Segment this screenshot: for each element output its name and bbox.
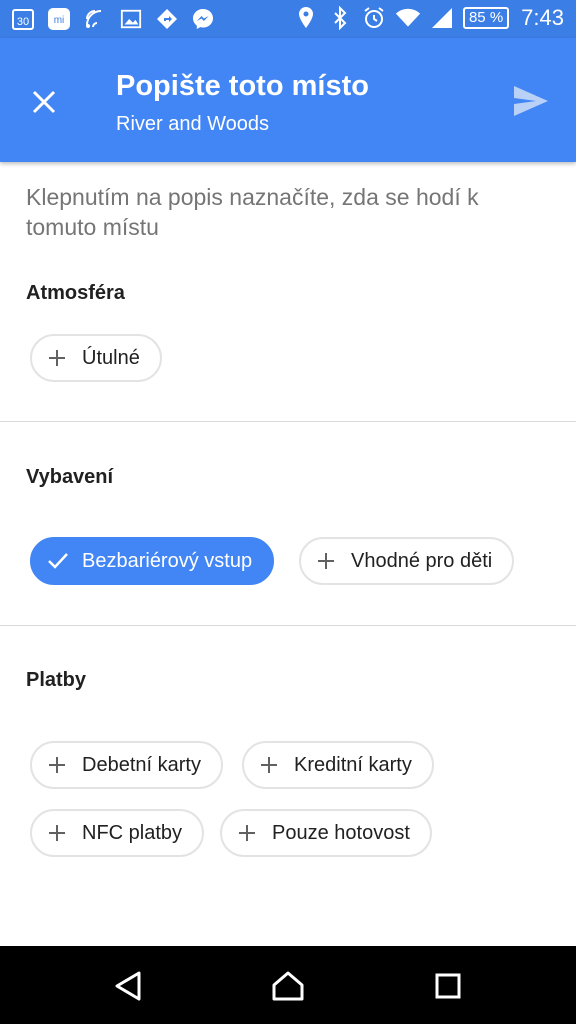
- plus-icon: [46, 347, 68, 369]
- chip-kreditni-karty[interactable]: Kreditní karty: [242, 741, 434, 789]
- plus-icon: [46, 822, 68, 844]
- wifi-calling-icon: [82, 6, 108, 32]
- messenger-icon: [190, 6, 216, 32]
- calendar-day: 30: [17, 16, 29, 28]
- chip-nfc-platby[interactable]: NFC platby: [30, 809, 205, 857]
- chip-label: NFC platby: [82, 821, 183, 844]
- back-icon: [115, 971, 141, 1001]
- plus-icon: [258, 754, 280, 776]
- plus-icon: [315, 550, 337, 572]
- navigation-icon: [154, 6, 180, 32]
- intro-text: Klepnutím na popis naznačíte, zda se hod…: [26, 184, 479, 240]
- chip-pouze-hotovost[interactable]: Pouze hotovost: [220, 809, 432, 857]
- send-button[interactable]: [510, 80, 552, 122]
- mi-icon: mi: [46, 6, 72, 32]
- bluetooth-icon: [327, 5, 353, 31]
- home-icon: [272, 971, 304, 1001]
- alarm-icon: [361, 5, 387, 31]
- plus-icon: [236, 822, 258, 844]
- section-title-atmosfera: Atmosféra: [26, 282, 125, 304]
- chip-vhodne-pro-deti[interactable]: Vhodné pro děti: [299, 537, 515, 585]
- app-bar: Popište toto místo River and Woods: [0, 38, 576, 162]
- location-icon: [293, 5, 319, 31]
- recents-icon: [435, 973, 461, 999]
- recents-button[interactable]: [428, 966, 468, 1006]
- battery-level: 85 %: [462, 7, 510, 29]
- svg-text:mi: mi: [54, 15, 65, 26]
- close-icon: [32, 90, 56, 114]
- chip-label: Útulné: [82, 346, 140, 369]
- send-icon: [514, 86, 548, 116]
- system-nav-bar: [0, 946, 576, 1024]
- chip-label: Bezbariérový vstup: [82, 549, 253, 572]
- clock: 7:43: [521, 5, 564, 30]
- notification-icons: 30 mi: [10, 6, 216, 32]
- chip-label: Pouze hotovost: [272, 821, 410, 844]
- wifi-icon: [395, 5, 421, 31]
- plus-icon: [46, 754, 68, 776]
- signal-icon: [429, 5, 455, 31]
- back-button[interactable]: [108, 966, 148, 1006]
- gallery-icon: [118, 6, 144, 32]
- chip-debetni-karty[interactable]: Debetní karty: [30, 741, 223, 789]
- place-name: River and Woods: [116, 113, 270, 135]
- chip-label: Kreditní karty: [294, 753, 412, 776]
- system-icons: 85 % 7:43: [293, 5, 564, 31]
- chip-bezbarierovy-vstup[interactable]: Bezbariérový vstup: [30, 537, 275, 585]
- status-bar: 30 mi 85 % 7:43: [0, 0, 576, 38]
- chip-label: Debetní karty: [82, 753, 201, 776]
- page-title: Popište toto místo: [116, 70, 369, 102]
- section-divider: [0, 421, 576, 422]
- calendar-icon: 30: [10, 6, 36, 32]
- chip-utulne[interactable]: Útulné: [30, 334, 162, 382]
- chip-label: Vhodné pro děti: [351, 549, 493, 572]
- home-button[interactable]: [268, 966, 308, 1006]
- close-button[interactable]: [26, 84, 62, 120]
- section-title-vybaveni: Vybavení: [26, 466, 114, 488]
- section-divider: [0, 625, 576, 626]
- check-icon: [46, 549, 70, 573]
- section-title-platby: Platby: [26, 669, 87, 691]
